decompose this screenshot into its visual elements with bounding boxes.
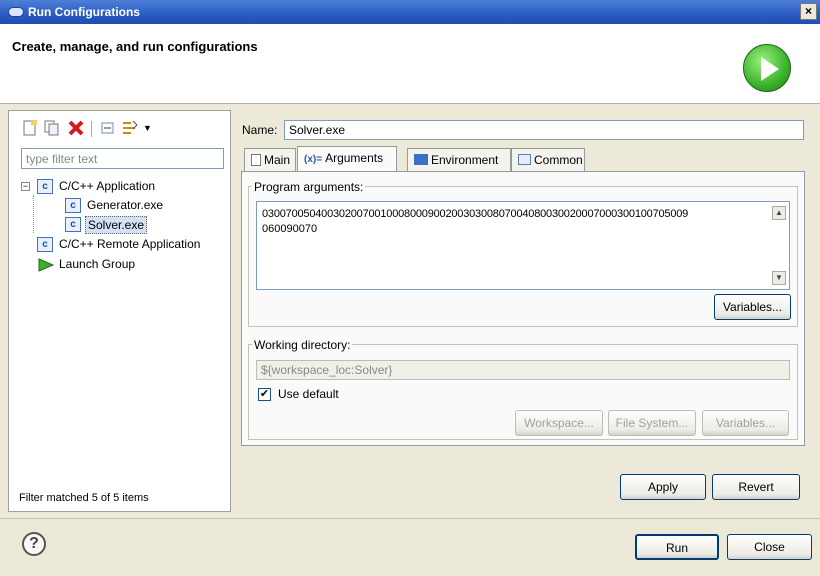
tab-main[interactable]: Main [244,148,296,172]
argument-line-2: 060090070 [262,223,318,235]
run-button[interactable]: Run [635,534,719,560]
configuration-editor: Name: Solver.exe Main (x)= Arguments Envi… [235,110,813,512]
tab-common[interactable]: Common [511,148,585,172]
window-title: Run Configurations [28,5,140,19]
filter-status: Filter matched 5 of 5 items [19,492,149,504]
header-title: Create, manage, and run configurations [12,39,258,54]
use-default-label: Use default [278,387,339,401]
tree-label: C/C++ Application [59,179,156,193]
tree-label: C/C++ Remote Application [59,237,201,251]
tree-label: Launch Group [59,257,136,271]
toolbar-divider [91,121,92,137]
tab-environment[interactable]: Environment [407,148,511,172]
program-arguments-label: Program arguments: [252,180,366,194]
workspace-button[interactable]: Workspace... [515,410,603,436]
revert-button[interactable]: Revert [712,474,800,500]
new-configuration-icon[interactable] [21,119,39,137]
name-label: Name: [242,123,278,137]
help-icon[interactable]: ? [22,532,46,556]
working-directory-field: ${workspace_loc:Solver} [256,360,790,380]
environment-tab-icon [414,154,428,165]
tree-label: Generator.exe [87,198,164,212]
file-system-button[interactable]: File System... [608,410,696,436]
run-banner-icon [743,44,791,92]
arguments-tab-body: Program arguments: 030070050400302007001… [241,171,805,446]
dialog-header: Create, manage, and run configurations [0,24,820,104]
app-icon [8,7,24,17]
collapse-all-icon[interactable] [99,119,117,137]
close-window-button[interactable]: × [800,3,817,20]
main-tab-icon [251,154,261,166]
view-menu-icon[interactable]: ▼ [143,123,152,133]
name-field[interactable]: Solver.exe [284,120,804,140]
close-button[interactable]: Close [727,534,812,560]
title-bar: Run Configurations × [0,0,820,24]
delete-icon[interactable] [67,119,85,137]
c-file-icon: c [65,217,81,232]
configuration-list-panel: ▼ type filter text − c C/C++ Application… [8,110,231,512]
program-arguments-field[interactable]: 0300700504003020070010008000900200303008… [256,201,790,290]
dialog-footer: ? Run Close [0,518,820,576]
apply-button[interactable]: Apply [620,474,706,500]
tab-arguments[interactable]: (x)= Arguments [297,146,397,173]
use-default-checkbox[interactable]: ✔ [258,388,271,401]
scroll-down-icon[interactable]: ▼ [772,271,786,285]
working-directory-label: Working directory: [252,338,353,352]
argument-line-1: 0300700504003020070010008000900200303008… [262,208,689,220]
filter-icon[interactable] [121,119,139,137]
c-app-icon: c [37,179,53,194]
arguments-tab-icon: (x)= [304,154,323,165]
launch-group-icon [37,258,55,278]
c-file-icon: c [65,198,81,213]
collapse-icon[interactable]: − [21,182,30,191]
variables-button[interactable]: Variables... [714,294,791,320]
tree-label-selected: Solver.exe [85,216,148,234]
variables-disabled-button[interactable]: Variables... [702,410,789,436]
common-tab-icon [518,154,531,165]
scroll-up-icon[interactable]: ▲ [772,206,786,220]
duplicate-icon[interactable] [43,119,61,137]
c-remote-icon: c [37,237,53,252]
filter-input[interactable]: type filter text [21,148,224,169]
tree-line [33,195,34,233]
